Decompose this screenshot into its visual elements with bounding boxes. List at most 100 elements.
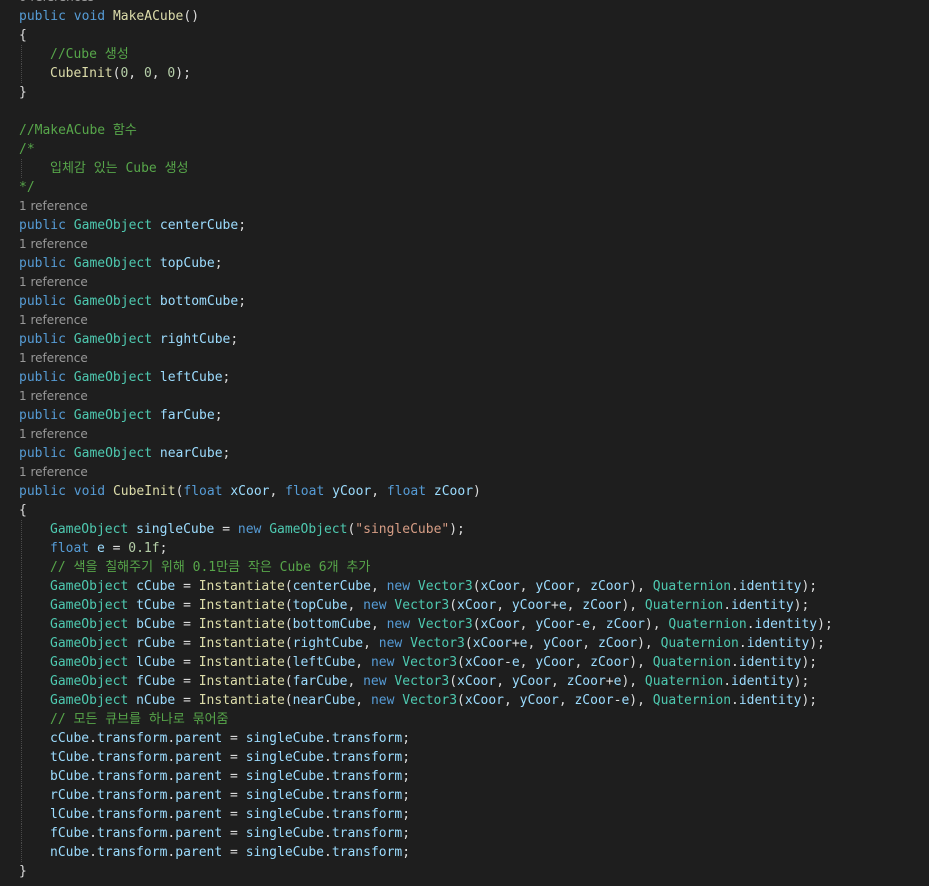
code-token: parent [175,750,223,765]
codelens-references[interactable]: 1 reference [0,311,929,330]
code-token: GameObject [50,674,129,689]
code-token: transform [96,750,168,765]
code-editor[interactable]: 0 referencespublic void MakeACube(){//Cu… [0,0,929,881]
code-token: nCube [50,845,90,860]
code-token: new [363,674,387,689]
code-token: GameObject [73,446,153,461]
code-token: Quaternion [644,598,724,613]
code-token: = [175,636,199,651]
code-line: GameObject rCube = Instantiate(rightCube… [0,634,929,653]
code-token: , [519,579,536,594]
code-token: singleCube [245,769,324,784]
codelens-references[interactable]: 1 reference [0,197,929,216]
code-token: parent [175,731,223,746]
code-token: yCoor [332,484,372,499]
code-token: ); [449,522,465,537]
code-token: , [496,598,512,613]
codelens-references[interactable]: 1 reference [0,425,929,444]
code-token: yCoor [511,598,551,613]
code-token: new [378,636,403,651]
code-token: new [386,617,411,632]
codelens-references[interactable]: 1 reference [0,349,929,368]
code-token: ), [621,598,645,613]
code-line: lCube.transform.parent = singleCube.tran… [0,805,929,824]
code-token: transform [96,769,168,784]
code-token: = [175,579,199,594]
code-token: } [19,85,27,100]
code-token: Vector3 [402,655,458,670]
code-token: nCube [136,693,176,708]
code-token: ; [159,541,168,556]
codelens-references[interactable]: 1 reference [0,235,929,254]
code-token: GameObject [73,256,153,271]
code-token: ); [793,674,810,689]
code-token: fCube [136,674,176,689]
code-token: zCoor [582,598,622,613]
codelens-references[interactable]: 0 references [0,0,929,7]
code-line: bCube.transform.parent = singleCube.tran… [0,767,929,786]
code-token: , [370,617,387,632]
code-token: , [582,636,598,651]
code-token: GameObject [73,218,153,233]
code-token: leftCube [292,655,356,670]
indent-guide [21,805,22,824]
code-line: public GameObject nearCube; [0,444,929,463]
code-token: Instantiate [198,617,285,632]
codelens-references[interactable]: 1 reference [0,387,929,406]
code-token: transform [331,788,403,803]
code-token: . [323,788,332,803]
code-token: new [386,579,411,594]
code-token: ( [472,617,481,632]
code-token: . [323,845,332,860]
code-token: */ [19,180,35,195]
code-line: public GameObject leftCube; [0,368,929,387]
code-token: ( [457,693,465,708]
code-token: ); [801,655,818,670]
code-line: } [0,862,929,881]
code-token: GameObject [73,332,153,347]
code-token: ), [637,636,661,651]
code-token: yCoor [535,655,575,670]
code-token: . [731,693,739,708]
code-token: leftCube [159,370,223,385]
code-token: , [347,598,364,613]
code-token: Quaternion [652,579,732,594]
code-token: public [19,9,66,24]
code-token: ; [402,845,411,860]
code-token: ; [222,446,231,461]
code-token: farCube [159,408,215,423]
code-token: ), [621,674,645,689]
code-token: parent [175,807,223,822]
code-token: = [175,598,199,613]
code-token: GameObject [50,636,129,651]
code-line: GameObject singleCube = new GameObject("… [0,520,929,539]
code-token: transform [96,788,168,803]
code-token: . [323,807,332,822]
codelens-references[interactable]: 1 reference [0,463,929,482]
code-token: new [237,522,262,537]
code-token: . [731,655,739,670]
code-token: Vector3 [394,674,450,689]
code-token: public [19,370,66,385]
code-token: = [175,693,199,708]
code-token: nearCube [159,446,223,461]
code-token: ), [629,655,653,670]
code-token: { [19,503,27,518]
code-token: parent [175,769,223,784]
codelens-references[interactable]: 1 reference [0,273,929,292]
indent-guide [21,653,22,672]
code-token: ( [464,636,473,651]
code-token: ( [457,655,465,670]
code-token: = [222,750,246,765]
code-token: topCube [292,598,348,613]
code-token: bottomCube [159,294,239,309]
